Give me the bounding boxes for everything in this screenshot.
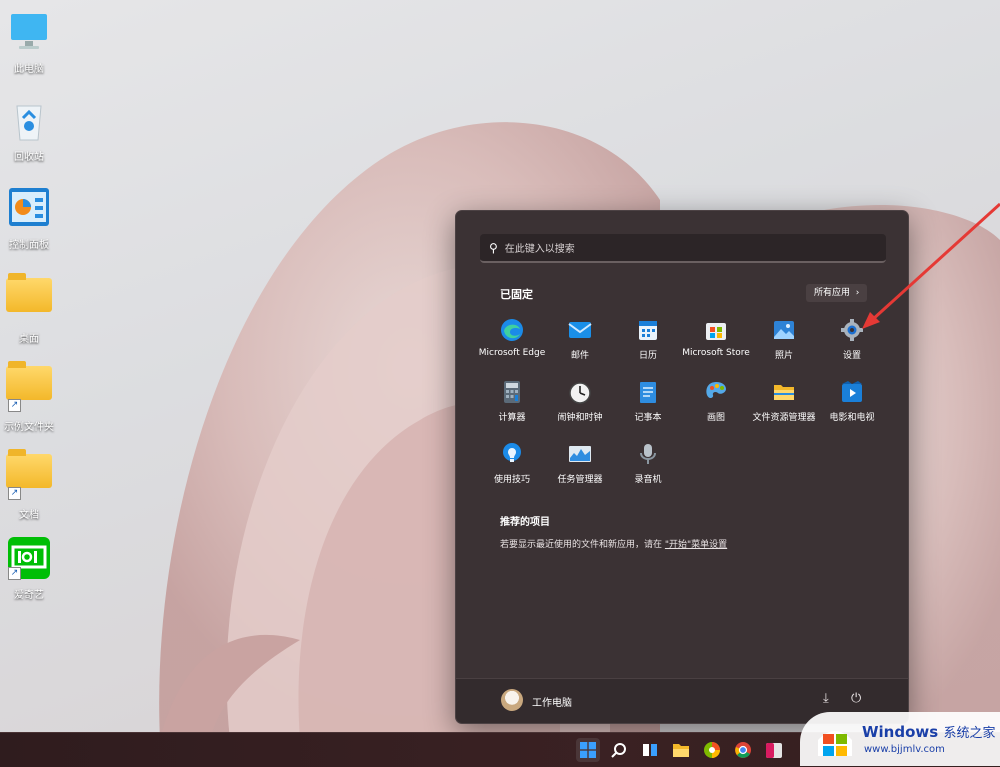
taskbar-chrome[interactable] <box>731 738 755 762</box>
taskbar-search-button[interactable] <box>607 738 631 762</box>
taskbar-file-explorer[interactable] <box>669 738 693 762</box>
task-view-icon <box>643 744 657 756</box>
watermark-url: www.bjjmlv.com <box>864 744 945 755</box>
task-view-button[interactable] <box>638 738 662 762</box>
watermark: Windows 系统之家 www.bjjmlv.com <box>800 712 1000 766</box>
taskbar-browser-360[interactable] <box>700 738 724 762</box>
start-button[interactable] <box>576 738 600 762</box>
chrome-icon <box>735 742 751 758</box>
taskbar-app-yz[interactable] <box>762 738 786 762</box>
windows-flag-logo-icon <box>818 731 852 756</box>
windows-logo-icon <box>580 742 596 758</box>
search-icon <box>611 743 626 758</box>
app-icon <box>766 743 782 758</box>
folder-icon <box>673 744 689 757</box>
watermark-brand: Windows <box>862 723 939 741</box>
watermark-title: Windows 系统之家 <box>862 722 995 741</box>
watermark-subtitle: 系统之家 <box>943 726 996 741</box>
browser-icon <box>704 742 720 758</box>
annotation-arrow <box>862 202 1000 329</box>
